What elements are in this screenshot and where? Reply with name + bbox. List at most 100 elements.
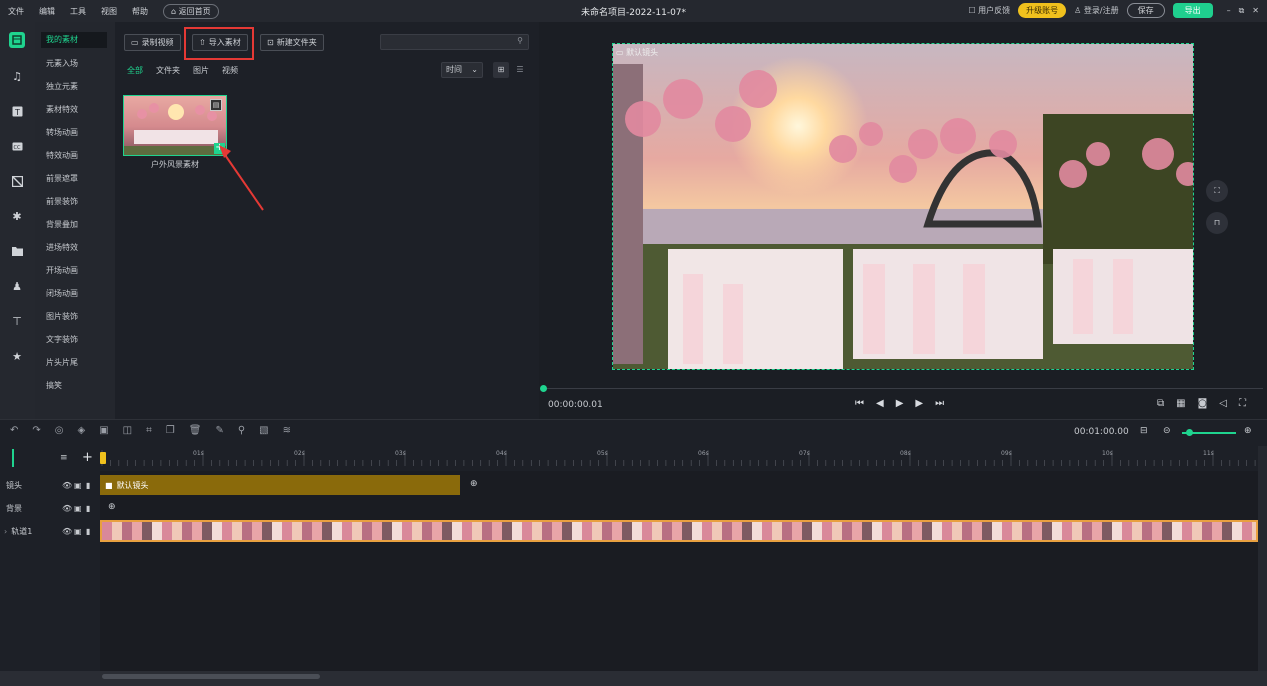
category-item[interactable]: 片头片尾 (46, 357, 78, 368)
category-item[interactable]: 特效动画 (46, 150, 78, 161)
delete-icon[interactable]: 🗑 (189, 425, 202, 436)
trim-icon[interactable]: ⌗ (146, 425, 152, 436)
category-item[interactable]: 素材特效 (46, 104, 78, 115)
favorite-icon[interactable]: ★ (9, 348, 25, 364)
menu-file[interactable]: 文件 (8, 6, 24, 17)
category-my-materials[interactable]: 我的素材 (41, 32, 107, 48)
puzzle-icon[interactable]: ✱ (9, 208, 25, 224)
video-clip[interactable] (100, 520, 1258, 542)
edit-icon[interactable]: ✎ (215, 425, 223, 436)
copy-icon[interactable]: ❐ (166, 425, 175, 436)
category-item[interactable]: 独立元素 (46, 81, 78, 92)
menu-edit[interactable]: 编辑 (39, 6, 55, 17)
close-icon[interactable]: ✕ (1252, 6, 1259, 15)
fullscreen-icon[interactable]: ⛶ (1239, 398, 1246, 409)
menu-view[interactable]: 视图 (101, 6, 117, 17)
lock-icon[interactable]: ▣ (74, 481, 82, 490)
volume-icon[interactable]: ◁ (1219, 398, 1227, 409)
camera-clip[interactable]: ■ 默认镜头 (100, 475, 460, 495)
upgrade-button[interactable]: 升级账号 (1018, 3, 1067, 18)
feedback-button[interactable]: ☐ 用户反馈 (968, 5, 1010, 16)
menu-help[interactable]: 帮助 (132, 6, 148, 17)
category-item[interactable]: 图片装饰 (46, 311, 78, 322)
snapshot-icon[interactable]: ◙ (1198, 398, 1208, 409)
media-thumbnail[interactable]: ▤ + (123, 95, 227, 156)
minimize-icon[interactable]: – (1227, 6, 1231, 15)
zoom-in-icon[interactable]: ⊕ (1244, 426, 1252, 436)
category-item[interactable]: 搞笑 (46, 380, 62, 391)
category-item[interactable]: 开场动画 (46, 265, 78, 276)
restore-icon[interactable]: ⧉ (1239, 6, 1245, 16)
add-background-icon[interactable]: ⊕ (108, 502, 116, 512)
record-video-button[interactable]: ▭ 录制视频 (124, 34, 181, 51)
new-folder-button[interactable]: ⊡ 新建文件夹 (260, 34, 324, 51)
character-icon[interactable]: ♟ (9, 278, 25, 294)
category-item[interactable]: 前景装饰 (46, 196, 78, 207)
folder-icon[interactable] (9, 243, 25, 259)
music-icon[interactable]: ♫ (9, 68, 25, 84)
list-view-icon[interactable]: ☰ (512, 62, 528, 78)
lock-icon[interactable]: ⊓ (1206, 212, 1228, 234)
crop-icon[interactable]: ▣ (99, 425, 108, 436)
pip-icon[interactable]: ⧉ (1157, 398, 1164, 409)
search-input[interactable]: ⚲ (380, 34, 529, 50)
subtitle-icon[interactable]: CC (9, 138, 25, 154)
filter-icon[interactable] (9, 173, 25, 189)
filter-folder[interactable]: 文件夹 (156, 65, 180, 76)
menu-tools[interactable]: 工具 (70, 6, 86, 17)
step-forward-icon[interactable]: ▶ (915, 398, 923, 409)
transition-icon[interactable]: ⊤ (9, 313, 25, 329)
delete-track-icon[interactable]: ▮ (86, 504, 90, 513)
add-keyframe-icon[interactable]: ⊕ (470, 479, 478, 489)
category-item[interactable]: 闭场动画 (46, 288, 78, 299)
add-track-icon[interactable]: + (82, 450, 93, 465)
skip-end-icon[interactable]: ⏭ (935, 398, 944, 409)
playhead-dot[interactable] (540, 385, 547, 392)
zoom-out-icon[interactable]: ⊝ (1163, 426, 1171, 436)
playhead-marker[interactable] (100, 452, 106, 464)
fit-screen-icon[interactable]: ⛶ (1206, 180, 1228, 202)
delete-track-icon[interactable]: ▮ (86, 527, 90, 536)
category-item[interactable]: 文字装饰 (46, 334, 78, 345)
horizontal-scrollbar[interactable] (102, 674, 320, 679)
fit-timeline-icon[interactable]: ⊟ (1140, 426, 1148, 436)
visibility-icon[interactable]: 👁 (62, 527, 72, 536)
snap-marker-icon[interactable] (10, 449, 16, 469)
lock-icon[interactable]: ▣ (74, 504, 82, 513)
filter-video[interactable]: 视频 (222, 65, 238, 76)
save-button[interactable]: 保存 (1126, 3, 1165, 18)
filter-all[interactable]: 全部 (127, 65, 143, 76)
skip-start-icon[interactable]: ⏮ (855, 398, 864, 409)
media-library-icon[interactable] (9, 32, 25, 48)
vertical-scrollbar[interactable] (1258, 446, 1267, 671)
track-settings-icon[interactable]: ≡ (60, 453, 68, 463)
visibility-icon[interactable]: 👁 (62, 481, 72, 490)
image-icon[interactable]: ▧ (259, 425, 268, 436)
sort-select[interactable]: 时间 ⌄ (441, 62, 483, 78)
play-icon[interactable]: ▶ (896, 398, 904, 409)
layers-icon[interactable]: ≋ (283, 425, 291, 436)
grid-icon[interactable]: ▦ (1176, 398, 1185, 409)
export-button[interactable]: 导出 (1172, 3, 1213, 18)
undo-icon[interactable]: ↶ (10, 425, 18, 436)
keyframe-icon[interactable]: ◈ (78, 425, 86, 436)
zoom-slider-handle[interactable] (1186, 429, 1193, 436)
category-item[interactable]: 转场动画 (46, 127, 78, 138)
category-item[interactable]: 元素入场 (46, 58, 78, 69)
speed-icon[interactable]: ◎ (55, 425, 64, 436)
text-icon[interactable]: T (9, 103, 25, 119)
category-item[interactable]: 背景叠加 (46, 219, 78, 230)
expand-icon[interactable]: › (4, 527, 7, 536)
lock-icon[interactable]: ▣ (74, 527, 82, 536)
grid-view-icon[interactable]: ⊞ (493, 62, 509, 78)
login-button[interactable]: ♙ 登录/注册 (1074, 5, 1118, 16)
stamp-icon[interactable]: ⚲ (238, 425, 245, 436)
filter-image[interactable]: 图片 (193, 65, 209, 76)
step-back-icon[interactable]: ◀ (876, 398, 884, 409)
redo-icon[interactable]: ↷ (32, 425, 40, 436)
split-icon[interactable]: ◫ (123, 425, 132, 436)
back-home-button[interactable]: ⌂ 返回首页 (163, 3, 219, 19)
visibility-icon[interactable]: 👁 (62, 504, 72, 513)
category-item[interactable]: 进场特效 (46, 242, 78, 253)
delete-track-icon[interactable]: ▮ (86, 481, 90, 490)
